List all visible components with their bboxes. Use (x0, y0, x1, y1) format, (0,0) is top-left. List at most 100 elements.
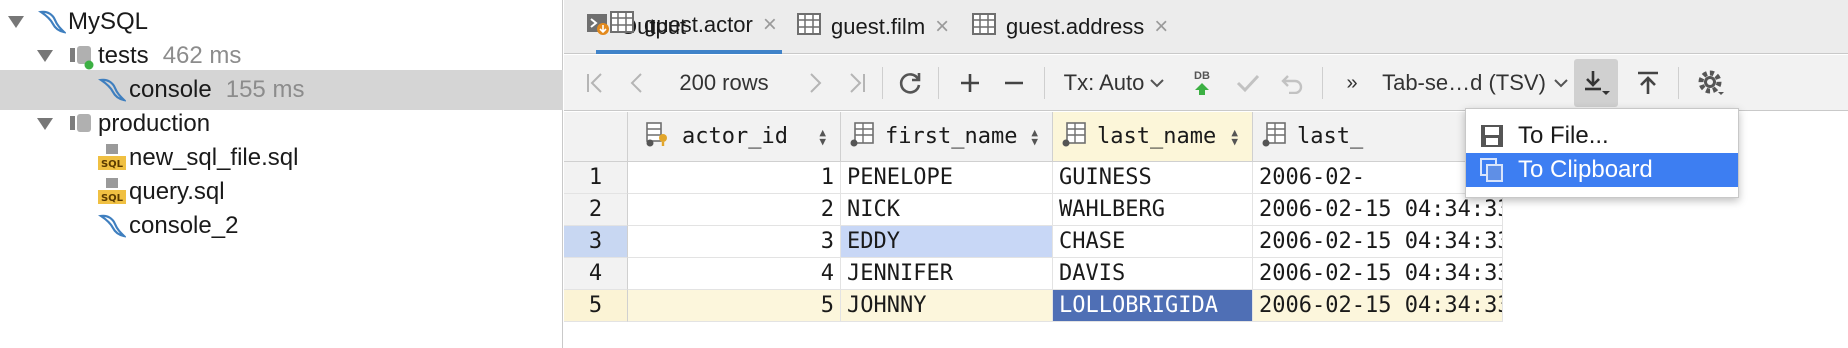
toolbar-separator (1678, 67, 1679, 99)
execution-time: 462 ms (162, 42, 242, 69)
menu-item-label: To File... (1518, 122, 1609, 149)
close-icon[interactable]: × (1154, 13, 1168, 41)
row-number[interactable]: 2 (564, 194, 628, 226)
extractor-format-dropdown[interactable]: Tab-se…d (TSV) (1380, 55, 1570, 111)
rollback-icon[interactable] (1272, 55, 1312, 111)
cell-actor-id[interactable]: 3 (628, 226, 841, 258)
tree-label-file: query.sql (129, 178, 225, 205)
export-download-icon[interactable] (1574, 59, 1618, 107)
row-number[interactable]: 1 (564, 162, 628, 194)
previous-page-icon[interactable] (620, 55, 654, 111)
extractor-format-label: Tab-se…d (TSV) (1382, 70, 1546, 95)
key-column-icon (646, 121, 672, 153)
column-name: actor_id (682, 124, 788, 149)
last-page-icon[interactable] (840, 55, 874, 111)
row-number-header (564, 112, 628, 162)
column-header-actor-id[interactable]: actor_id ▲ ▼ (628, 112, 841, 162)
tree-label-mysql: MySQL (68, 8, 149, 35)
submit-db-icon[interactable]: DB (1182, 55, 1222, 111)
add-row-icon[interactable] (950, 55, 990, 111)
column-name: last_ (1297, 124, 1364, 149)
svg-text:SQL: SQL (101, 159, 124, 170)
cell-first-name[interactable]: JOHNNY (841, 290, 1053, 322)
first-page-icon[interactable] (578, 55, 612, 111)
transaction-mode-dropdown[interactable]: Tx: Auto (1054, 55, 1174, 111)
tab-label: guest.address (1006, 14, 1145, 39)
more-actions-button[interactable]: » (1332, 55, 1372, 111)
chevron-down-icon (1150, 79, 1165, 88)
cell-actor-id[interactable]: 2 (628, 194, 841, 226)
column-icon (1261, 121, 1287, 153)
cell-actor-id[interactable]: 1 (628, 162, 841, 194)
toolbar-separator (938, 67, 939, 99)
expand-arrow-icon[interactable] (37, 118, 53, 130)
mysql-console-icon (97, 212, 128, 247)
column-name: last_name (1097, 124, 1217, 149)
tab-guest-film[interactable]: guest.film × (797, 0, 949, 54)
cell-last-update[interactable]: 2006-02-15 04:34:33 (1253, 226, 1503, 258)
transaction-mode-label: Tx: Auto (1063, 70, 1145, 95)
cell-last-update[interactable]: 2006-02-15 04:34:33 (1253, 290, 1503, 322)
close-icon[interactable]: × (935, 13, 949, 41)
column-header-first-name[interactable]: first_name ▲ ▼ (841, 112, 1053, 162)
tree-label-file: new_sql_file.sql (129, 144, 299, 171)
cell-first-name[interactable]: JENNIFER (841, 258, 1053, 290)
menu-item-to-clipboard[interactable]: To Clipboard (1466, 153, 1738, 187)
cell-first-name[interactable]: EDDY (841, 226, 1053, 258)
cell-last-update[interactable]: 2006-02-15 04:34:33 (1253, 258, 1503, 290)
table-icon (797, 13, 821, 41)
commit-checkmark-icon[interactable] (1228, 55, 1268, 111)
row-count-selector[interactable]: 200 rows (664, 55, 784, 111)
database-tree-panel: MySQL tests 462 ms console 155 ms producti… (0, 0, 563, 348)
tab-label: guest.actor (644, 12, 753, 37)
cell-last-name[interactable]: WAHLBERG (1053, 194, 1253, 226)
delete-row-icon[interactable] (994, 55, 1034, 111)
results-toolbar: 200 rows Tx: Auto DB » Tab-se…d (TSV) (564, 55, 1848, 111)
tree-item-console-2[interactable]: console_2 (0, 206, 563, 246)
sort-arrows-icon[interactable]: ▲ ▼ (1231, 127, 1238, 147)
cell-first-name[interactable]: NICK (841, 194, 1053, 226)
cell-last-name[interactable]: CHASE (1053, 226, 1253, 258)
save-disk-icon (1480, 124, 1506, 148)
close-icon[interactable]: × (763, 11, 777, 39)
export-dropdown-menu: To File... To Clipboard (1465, 108, 1739, 198)
tab-label: guest.film (831, 14, 926, 39)
import-upload-icon[interactable] (1626, 55, 1670, 111)
column-icon (1061, 121, 1087, 153)
cell-first-name[interactable]: PENELOPE (841, 162, 1053, 194)
cell-last-name[interactable]: LOLLOBRIGIDA (1053, 290, 1253, 322)
toolbar-separator (882, 67, 883, 99)
expand-arrow-icon[interactable] (8, 16, 24, 28)
tab-guest-actor[interactable]: guest.actor × (596, 0, 782, 54)
tree-label-console: console 155 ms (129, 76, 305, 103)
table-icon (610, 11, 634, 39)
cell-last-update[interactable]: 2006-02-15 04:34:33 (1253, 194, 1503, 226)
next-page-icon[interactable] (798, 55, 832, 111)
row-number[interactable]: 4 (564, 258, 628, 290)
column-icon (849, 121, 875, 153)
column-name: first_name (885, 124, 1018, 149)
tree-label-production: production (98, 110, 211, 137)
db-label: DB (1194, 69, 1210, 82)
tab-bar: Output guest.actor × guest.film × guest.… (564, 0, 1848, 54)
toolbar-separator (1044, 67, 1045, 99)
svg-text:SQL: SQL (101, 193, 124, 204)
cell-last-name[interactable]: DAVIS (1053, 258, 1253, 290)
row-number[interactable]: 3 (564, 226, 628, 258)
cell-actor-id[interactable]: 5 (628, 290, 841, 322)
tree-label-file: console_2 (129, 212, 239, 239)
sort-arrows-icon[interactable]: ▲ ▼ (1031, 127, 1038, 147)
column-header-last-name[interactable]: last_name ▲ ▼ (1053, 112, 1253, 162)
settings-gear-icon[interactable] (1686, 55, 1736, 111)
cell-last-name[interactable]: GUINESS (1053, 162, 1253, 194)
menu-item-to-file[interactable]: To File... (1466, 119, 1738, 153)
row-number[interactable]: 5 (564, 290, 628, 322)
expand-arrow-icon[interactable] (37, 50, 53, 62)
refresh-icon[interactable] (890, 55, 930, 111)
tab-guest-address[interactable]: guest.address × (972, 0, 1168, 54)
clipboard-copy-icon (1480, 158, 1506, 182)
cell-actor-id[interactable]: 4 (628, 258, 841, 290)
toolbar-separator (1322, 67, 1323, 99)
table-icon (972, 13, 996, 41)
sort-arrows-icon[interactable]: ▲ ▼ (819, 127, 826, 147)
